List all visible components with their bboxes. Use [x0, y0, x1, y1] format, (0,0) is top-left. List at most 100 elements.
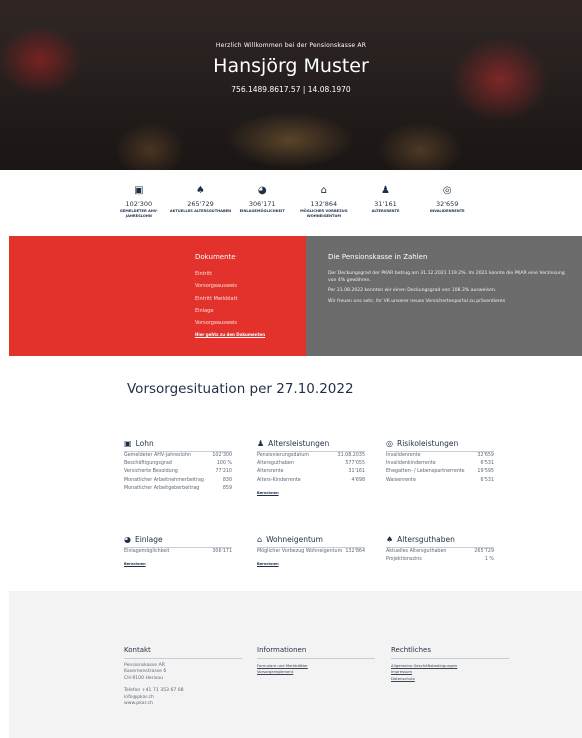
row-label: Invalidenrente	[386, 453, 421, 458]
row-value: 31.08.2035	[337, 453, 365, 458]
hero-banner: Herzlich Willkommen bei der Pensionskass…	[0, 0, 582, 170]
footer-kontakt: Kontakt Pensionskasse AR Kasernenstrasse…	[124, 646, 242, 707]
person-icon: ♟	[381, 185, 390, 196]
gauge-icon: ◕	[124, 535, 131, 544]
person-icon: ♟	[257, 439, 265, 448]
data-row: Projektionszins 1 %	[386, 556, 494, 564]
block-wohneigentum: ⌂ Wohneigentum Möglicher Vorbezug Wohnei…	[257, 535, 365, 566]
stat-value: 306'171	[248, 200, 276, 208]
stat-einlage: ◕ 306'171 Einlagemöglichkeit	[231, 185, 293, 225]
row-label: Waisenrente	[386, 477, 416, 483]
row-label: Pensionierungsdatum	[257, 453, 309, 458]
data-row: Alters-Kinderrente 4'698	[257, 477, 365, 485]
footer-informationen: Informationen Formulare und Merkblätter …	[257, 646, 375, 676]
block-risikoleistungen: ◎ Risikoleistungen Invalidenrente 32'659 …	[386, 439, 494, 485]
doc-link-eintritt[interactable]: Eintritt	[195, 271, 265, 277]
row-value: 306'171	[212, 549, 232, 554]
data-row: Aktuelles Altersguthaben 265'729	[386, 548, 494, 556]
numbers-title: Die Pensionskasse in Zahlen	[328, 253, 428, 261]
doc-link-eintritt-merkblatt[interactable]: Eintritt Merkblatt	[195, 296, 265, 302]
block-header: ◕ Einlage	[124, 535, 232, 548]
banknote-icon: ▣	[134, 185, 144, 196]
stat-label: Gemeldeter AHV-Jahreslohn	[119, 209, 158, 218]
stat-label: Invalidenrente	[429, 209, 465, 213]
row-label: Ehegatten- / Lebenspartnerrente	[386, 469, 465, 475]
calculate-link[interactable]: Berechnen	[257, 562, 365, 566]
block-title: Altersguthaben	[397, 535, 455, 544]
stat-invalidenrente: ◎ 32'659 Invalidenrente	[416, 185, 478, 225]
row-value: 4'698	[351, 477, 365, 483]
block-header: ⌂ Wohneigentum	[257, 535, 365, 548]
stat-ahv-lohn: ▣ 102'300 Gemeldeter AHV-Jahreslohn	[108, 185, 170, 225]
row-label: Alters-Kinderrente	[257, 477, 301, 483]
footer-rechtliches: Rechtliches Allgemeine Geschäftsbedingun…	[391, 646, 509, 682]
hero-welcome: Herzlich Willkommen bei der Pensionskass…	[215, 42, 367, 49]
piggy-bank-icon: ♠	[386, 535, 394, 544]
row-value: 577'055	[345, 461, 365, 467]
footer-title: Rechtliches	[391, 646, 509, 659]
numbers-paragraph: Per 31.08.2022 konnten wir einen Deckung…	[328, 288, 497, 293]
row-value: 31'161	[348, 469, 365, 475]
row-label: Versicherte Besoldung	[124, 469, 178, 475]
stat-label: Einlagemöglichkeit	[239, 209, 285, 213]
all-documents-link[interactable]: Hier gehts zu den Dokumenten	[195, 332, 265, 337]
piggy-bank-icon: ♠	[196, 185, 205, 196]
footer-link-datenschutz[interactable]: Datenschutz	[391, 676, 509, 682]
footer: Kontakt Pensionskasse AR Kasernenstrasse…	[9, 591, 582, 738]
numbers-panel: Die Pensionskasse in Zahlen Der Deckungs…	[306, 236, 582, 356]
calculate-link[interactable]: Berechnen	[124, 562, 232, 566]
data-row: Pensionierungsdatum 31.08.2035	[257, 452, 365, 460]
block-lohn: ▣ Lohn Gemeldeter AHV-Jahreslohn 102'300 …	[124, 439, 232, 493]
row-value: 265'729	[474, 549, 494, 554]
shield-icon: ◎	[386, 439, 393, 448]
block-einlage: ◕ Einlage Einlagemöglichkeit 306'171 Bere…	[124, 535, 232, 566]
user-name: Hansjörg Muster	[213, 55, 369, 77]
row-label: Altersguthaben	[257, 461, 294, 467]
hero-text: Herzlich Willkommen bei der Pensionskass…	[0, 42, 582, 94]
row-value: 6'531	[480, 461, 494, 467]
row-value: 19'595	[477, 469, 494, 475]
stat-value: 32'659	[435, 200, 459, 208]
row-value: 859	[222, 485, 232, 491]
row-value: 132'864	[345, 549, 365, 554]
block-title: Wohneigentum	[266, 535, 323, 544]
footer-link-reglement[interactable]: Vorsorgereglement	[257, 669, 375, 675]
calculate-link[interactable]: Berechnen	[257, 491, 365, 495]
stat-label: Altersrente	[371, 209, 400, 213]
data-row: Gemeldeter AHV-Jahreslohn 102'300	[124, 452, 232, 460]
block-header: ♠ Altersguthaben	[386, 535, 494, 548]
data-row: Invalidenkinderrente 6'531	[386, 460, 494, 468]
block-header: ▣ Lohn	[124, 439, 232, 452]
stat-label: Möglicher Vorbezug Wohneigentum	[300, 209, 348, 218]
doc-link-vorsorgeausweis-2[interactable]: Vorsorgeausweis	[195, 320, 265, 326]
row-label: Invalidenkinderrente	[386, 461, 436, 467]
page-title: Vorsorgesituation per 27.10.2022	[127, 381, 354, 397]
data-row: Beschäftigungsgrad 100 %	[124, 460, 232, 468]
block-header: ◎ Risikoleistungen	[386, 439, 494, 452]
stat-value: 132'864	[310, 200, 338, 208]
banknote-icon: ▣	[124, 439, 132, 448]
row-value: 32'659	[477, 453, 494, 458]
footer-website[interactable]: www.pkar.ch	[124, 701, 242, 707]
doc-link-einlage[interactable]: Einlage	[195, 308, 265, 314]
documents-list: Dokumente Eintritt Vorsorgeausweis Eintr…	[195, 253, 265, 337]
data-row: Möglicher Vorbezug Wohneigentum 132'864	[257, 548, 365, 556]
data-row: Monatlicher Arbeitgeberbeitrag 859	[124, 485, 232, 493]
gauge-icon: ◕	[257, 185, 267, 196]
row-value: 77'210	[215, 469, 232, 475]
data-row: Einlagemöglichkeit 306'171	[124, 548, 232, 556]
footer-title: Informationen	[257, 646, 375, 659]
data-row: Altersrente 31'161	[257, 468, 365, 476]
house-icon: ⌂	[257, 535, 263, 544]
row-value: 102'300	[212, 453, 232, 458]
data-row: Altersguthaben 577'055	[257, 460, 365, 468]
doc-link-vorsorgeausweis[interactable]: Vorsorgeausweis	[195, 283, 265, 289]
row-value: 100 %	[216, 461, 232, 467]
numbers-paragraph: Der Deckungsgrad der PKAR betrug am 31.1…	[328, 271, 565, 283]
row-value: 6'531	[480, 477, 494, 483]
row-value: 1 %	[484, 557, 494, 563]
row-label: Möglicher Vorbezug Wohneigentum	[257, 549, 343, 554]
block-altersleistungen: ♟ Altersleistungen Pensionierungsdatum 31…	[257, 439, 365, 495]
row-label: Aktuelles Altersguthaben	[386, 549, 447, 554]
row-label: Monatlicher Arbeitgeberbeitrag	[124, 485, 200, 491]
